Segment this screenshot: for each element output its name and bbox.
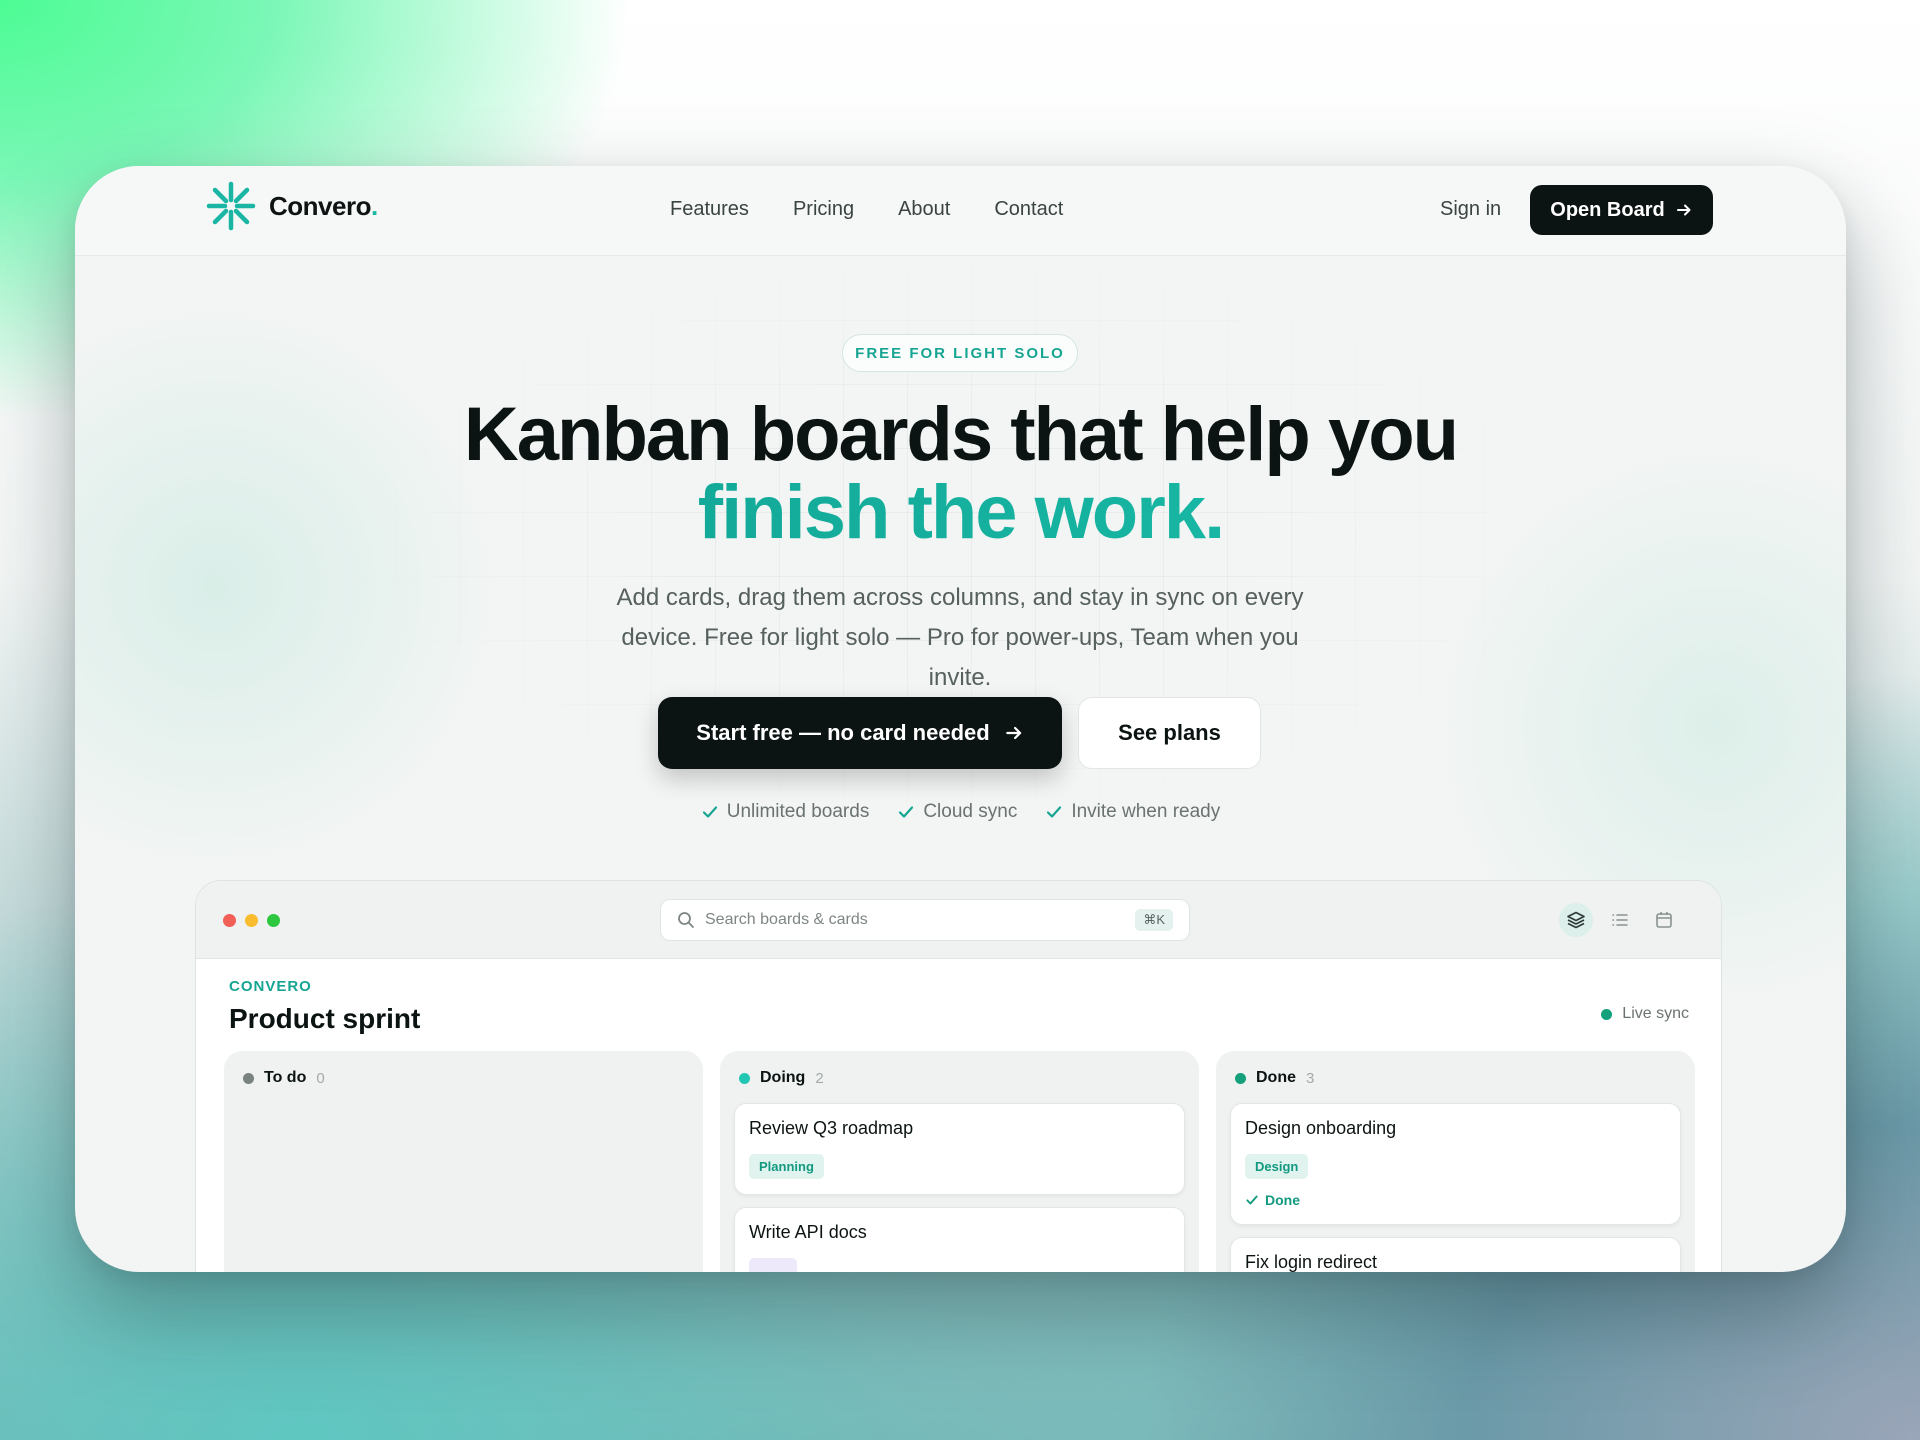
free-tier-badge: FREE FOR LIGHT SOLO — [842, 334, 1078, 372]
check-label: Invite when ready — [1071, 801, 1221, 822]
column-done[interactable]: Done 3 Design onboarding Design Done Fix… — [1216, 1051, 1695, 1272]
nav-link-contact[interactable]: Contact — [994, 198, 1063, 221]
arrow-right-icon — [1676, 204, 1691, 216]
search-icon — [678, 912, 694, 928]
card-title: Design onboarding — [1245, 1118, 1397, 1138]
minimize-dot-icon[interactable] — [245, 914, 258, 927]
board-title: Product sprint — [229, 1003, 421, 1034]
column-name: To do — [264, 1069, 307, 1086]
hero-title-line2: finish the work. — [75, 474, 1846, 552]
check-item: Unlimited boards — [701, 801, 870, 823]
search-shortcut: ⌘K — [1135, 909, 1173, 931]
check-icon — [899, 806, 914, 818]
check-label: Cloud sync — [923, 801, 1018, 822]
open-board-button[interactable]: Open Board — [1530, 185, 1713, 235]
check-icon — [1246, 1195, 1258, 1205]
nav-link-features[interactable]: Features — [670, 198, 749, 221]
start-free-button[interactable]: Start free — no card needed — [658, 697, 1062, 769]
kanban-card[interactable]: Design onboarding Design Done — [1230, 1103, 1681, 1225]
arrow-right-icon — [1005, 726, 1021, 740]
board-workspace-label: CONVERO — [229, 978, 312, 995]
logo[interactable]: Convero. — [205, 180, 378, 232]
check-label: Unlimited boards — [726, 801, 870, 822]
check-icon — [1047, 806, 1062, 818]
nav-links: Features Pricing About Contact — [670, 198, 1063, 221]
kanban-card[interactable]: Fix login redirect — [1230, 1237, 1681, 1272]
column-doing[interactable]: Doing 2 Review Q3 roadmap Planning Write… — [720, 1051, 1199, 1272]
column-name: Doing — [760, 1069, 806, 1086]
column-header: Done 3 — [1235, 1069, 1314, 1087]
browser-window: Convero. Features Pricing About Contact … — [75, 166, 1846, 1272]
column-count: 3 — [1306, 1069, 1315, 1087]
close-dot-icon[interactable] — [223, 914, 236, 927]
live-sync-label: Live sync — [1622, 1005, 1689, 1022]
card-tag — [749, 1258, 797, 1272]
column-name: Done — [1256, 1069, 1296, 1086]
kanban-card[interactable]: Write API docs — [734, 1207, 1185, 1272]
card-title: Review Q3 roadmap — [749, 1118, 914, 1138]
live-sync-status: Live sync — [1601, 1005, 1689, 1023]
see-plans-button[interactable]: See plans — [1078, 697, 1261, 769]
card-tag: Planning — [749, 1154, 824, 1179]
column-dot-icon — [739, 1072, 750, 1084]
nav-link-pricing[interactable]: Pricing — [793, 198, 854, 221]
column-dot-icon — [243, 1072, 254, 1084]
app-toolbar: Search boards & cards ⌘K — [196, 881, 1721, 959]
maximize-dot-icon[interactable] — [267, 914, 280, 927]
hero-title: Kanban boards that help you finish the w… — [75, 396, 1846, 552]
search-input[interactable]: Search boards & cards ⌘K — [660, 899, 1190, 941]
brand-name: Convero. — [269, 190, 378, 221]
top-nav: Convero. Features Pricing About Contact … — [75, 166, 1846, 256]
sign-in-link[interactable]: Sign in — [1440, 198, 1501, 221]
column-header: Doing 2 — [739, 1069, 824, 1087]
app-preview: Search boards & cards ⌘K CONVERO Product… — [195, 880, 1722, 1272]
nav-link-about[interactable]: About — [898, 198, 950, 221]
feature-checks: Unlimited boards Cloud sync Invite when … — [75, 801, 1846, 823]
window-controls — [223, 914, 280, 927]
search-placeholder: Search boards & cards — [705, 911, 868, 928]
layers-icon[interactable] — [1559, 903, 1593, 937]
card-tag: Design — [1245, 1154, 1309, 1179]
check-item: Cloud sync — [897, 801, 1017, 823]
card-title: Write API docs — [749, 1222, 867, 1242]
check-icon — [702, 806, 717, 818]
kanban-card[interactable]: Review Q3 roadmap Planning — [734, 1103, 1185, 1195]
column-dot-icon — [1235, 1072, 1246, 1084]
start-free-label: Start free — no card needed — [696, 720, 990, 745]
card-status-label: Done — [1265, 1192, 1300, 1208]
card-title: Fix login redirect — [1245, 1252, 1378, 1272]
calendar-icon[interactable] — [1647, 903, 1681, 937]
column-header: To do 0 — [243, 1069, 325, 1087]
column-count: 2 — [815, 1069, 824, 1087]
status-dot-icon — [1601, 1008, 1613, 1020]
hero-subtitle: Add cards, drag them across columns, and… — [616, 584, 1304, 691]
check-item: Invite when ready — [1045, 801, 1220, 823]
hero-title-line1: Kanban boards that help you — [463, 392, 1459, 477]
column-count: 0 — [316, 1069, 325, 1087]
open-board-label: Open Board — [1550, 198, 1665, 221]
card-status: Done — [1245, 1192, 1300, 1208]
view-switcher — [1559, 903, 1681, 937]
asterisk-logo-icon — [206, 181, 256, 231]
list-icon[interactable] — [1603, 903, 1637, 937]
column-todo[interactable]: To do 0 — [224, 1051, 703, 1272]
